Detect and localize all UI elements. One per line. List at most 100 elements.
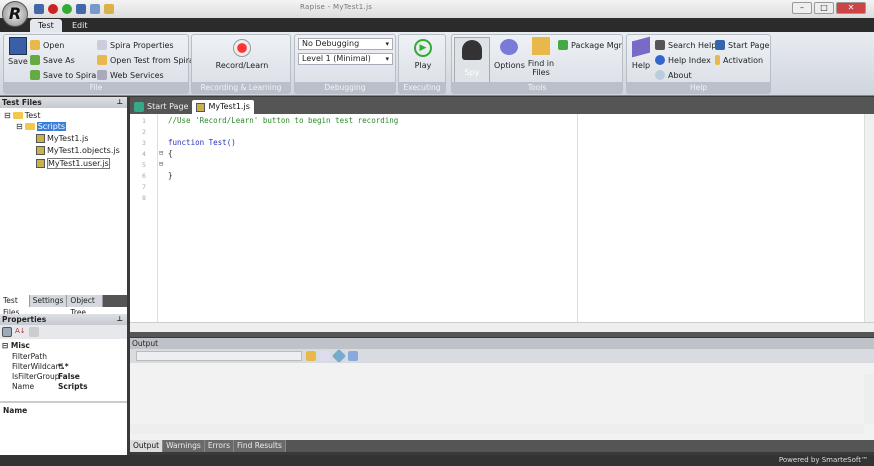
vertical-scrollbar[interactable] — [864, 114, 874, 322]
app-logo-button[interactable]: R — [2, 1, 28, 27]
fold-icon[interactable]: ⊟ — [159, 160, 163, 168]
output-toolbar — [130, 348, 874, 364]
save-all-icon[interactable] — [76, 4, 86, 14]
left-panel-tabs: Test Files Settings Object Tree — [0, 295, 127, 317]
property-value[interactable]: Scripts — [58, 382, 88, 391]
output-vertical-scrollbar[interactable] — [864, 374, 874, 424]
tree-node-test[interactable]: ⊟ Test — [4, 111, 40, 120]
close-button[interactable]: ✕ — [836, 2, 866, 14]
activation-button[interactable]: Activation — [715, 55, 763, 65]
spy-button[interactable]: Spy — [454, 37, 490, 83]
play-icon[interactable] — [62, 4, 72, 14]
group-label: Help — [627, 82, 770, 93]
spira-properties-button[interactable]: Spira Properties — [97, 40, 174, 50]
tab-start-page[interactable]: Start Page — [130, 100, 192, 114]
save-to-spira-label: Save to Spira — [43, 70, 97, 80]
save-to-spira-button[interactable]: Save to Spira — [30, 70, 96, 80]
tree-file[interactable]: MyTest1.user.js — [36, 158, 110, 169]
property-name: Name — [12, 382, 35, 391]
help-button[interactable]: Help — [630, 36, 652, 70]
tab-object-tree[interactable]: Object Tree — [67, 295, 103, 317]
save-output-icon[interactable] — [348, 351, 358, 361]
save-icon[interactable] — [34, 4, 44, 14]
horizontal-scrollbar[interactable] — [130, 322, 874, 332]
open-from-spira-label: Open Test from Spira — [110, 55, 194, 65]
line-number: 5 — [142, 161, 146, 169]
tab-settings[interactable]: Settings — [30, 295, 68, 307]
clear-icon[interactable] — [331, 348, 347, 364]
paste-icon[interactable] — [104, 4, 114, 14]
ribbon-tabs: Test Edit — [0, 18, 874, 32]
web-services-label: Web Services — [110, 70, 164, 80]
about-label: About — [668, 70, 692, 80]
search-help-button[interactable]: Search Help — [655, 40, 716, 50]
find-icon[interactable] — [306, 351, 316, 361]
record-learn-button[interactable]: Record/Learn — [192, 39, 292, 70]
property-pages-icon[interactable] — [28, 327, 39, 337]
about-icon — [655, 70, 665, 80]
code-function: Test() — [208, 138, 236, 147]
js-file-icon — [36, 146, 45, 155]
copy-icon[interactable] — [320, 351, 330, 361]
line-number: 4 — [142, 150, 146, 158]
tree-file[interactable]: MyTest1.js — [36, 134, 88, 143]
tree-node-scripts[interactable]: ⊟ Scripts — [16, 122, 67, 131]
help-index-button[interactable]: Help Index — [655, 55, 711, 65]
tab-warnings[interactable]: Warnings — [163, 440, 205, 452]
open-test-from-spira-button[interactable]: Open Test from Spira — [97, 55, 194, 65]
tab-output[interactable]: Output — [130, 440, 164, 452]
group-label: Tools — [452, 82, 622, 93]
pin-icon[interactable]: ⊥ — [117, 314, 123, 325]
save-as-button[interactable]: Save As — [30, 55, 75, 65]
output-title: Output — [130, 338, 874, 349]
debug-level-select[interactable]: Level 1 (Minimal) — [298, 53, 393, 65]
sort-alpha-icon[interactable]: A↓ — [15, 327, 26, 337]
maximize-button[interactable]: □ — [814, 2, 834, 14]
debug-mode-select[interactable]: No Debugging — [298, 38, 393, 50]
categorized-icon[interactable] — [2, 327, 12, 337]
options-button[interactable]: Options — [494, 39, 525, 70]
node-label: Test — [24, 111, 41, 120]
start-page-button[interactable]: Start Page — [715, 40, 769, 50]
property-category[interactable]: ⊟ Misc — [2, 341, 30, 350]
fold-icon[interactable]: ⊟ — [159, 149, 163, 157]
copy-icon[interactable] — [90, 4, 100, 14]
output-horizontal-scrollbar[interactable] — [130, 424, 864, 434]
group-recording: Record/Learn Recording & Learning — [191, 34, 291, 94]
property-name: FilterWildcard — [12, 362, 64, 371]
property-value[interactable]: *.* — [58, 362, 69, 371]
minimize-button[interactable]: – — [792, 2, 812, 14]
pin-icon[interactable]: ⊥ — [117, 97, 123, 108]
properties-toolbar: A↓ — [0, 325, 127, 339]
about-button[interactable]: About — [655, 70, 692, 80]
property-description-title: Name — [0, 401, 127, 418]
open-button[interactable]: Open — [30, 40, 64, 50]
line-number: 6 — [142, 172, 146, 180]
group-executing: ▶ Play Executing — [398, 34, 446, 94]
tab-edit[interactable]: Edit — [64, 19, 96, 32]
code-editor[interactable]: 1 2 3 4 5 6 7 8 //Use 'Record/Learn' but… — [130, 114, 874, 332]
tab-errors[interactable]: Errors — [204, 440, 235, 452]
tab-test-files[interactable]: Test Files — [0, 295, 30, 317]
tree-file[interactable]: MyTest1.objects.js — [36, 146, 120, 155]
web-services-button[interactable]: Web Services — [97, 70, 164, 80]
spy-label: Spy — [464, 68, 480, 77]
group-label: Recording & Learning — [192, 82, 290, 93]
file-label: MyTest1.user.js — [47, 158, 110, 169]
group-label: File — [4, 82, 188, 93]
save-button[interactable]: Save — [7, 37, 29, 66]
search-help-label: Search Help — [668, 40, 717, 50]
tab-find-results[interactable]: Find Results — [234, 440, 286, 452]
find-in-files-button[interactable]: Find in Files — [526, 37, 556, 77]
play-button[interactable]: ▶ Play — [399, 39, 447, 70]
record-icon[interactable] — [48, 4, 58, 14]
tab-test[interactable]: Test — [30, 19, 62, 32]
property-value[interactable]: False — [58, 372, 80, 381]
code-brace: } — [168, 171, 173, 180]
output-filter-input[interactable] — [136, 351, 302, 361]
save-to-spira-icon — [30, 70, 40, 80]
tab-mytest1-js[interactable]: MyTest1.js — [192, 100, 254, 114]
package-mgr-button[interactable]: Package Mgr — [558, 40, 622, 50]
puzzle-icon — [558, 40, 568, 50]
code-keyword: function — [168, 138, 205, 147]
